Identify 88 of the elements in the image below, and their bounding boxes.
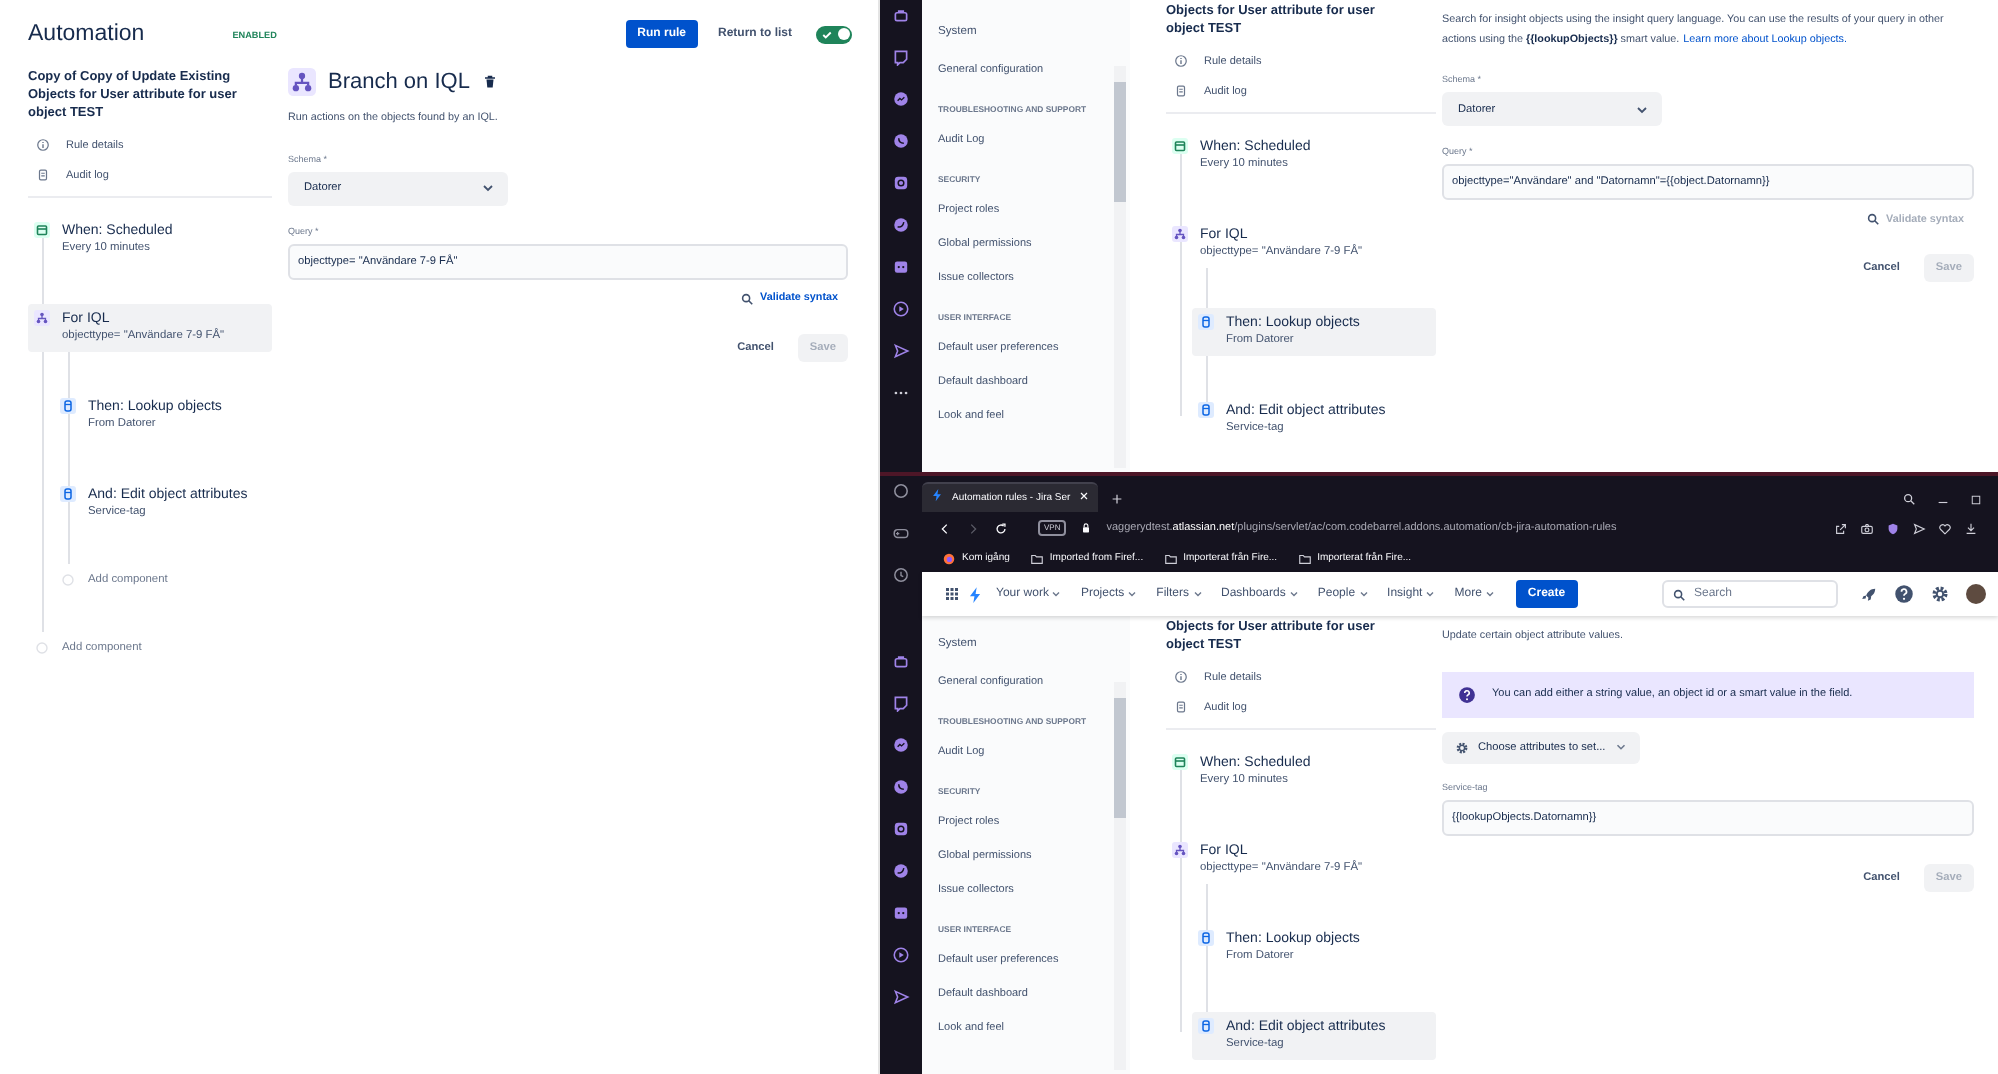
chat-icon[interactable] <box>892 48 910 66</box>
check-icon <box>822 29 832 39</box>
caret-icon <box>1191 588 1203 600</box>
play-icon[interactable] <box>892 300 910 318</box>
caret-icon <box>1483 588 1496 600</box>
search-icon[interactable] <box>1902 492 1916 506</box>
phone-icon[interactable] <box>892 778 910 796</box>
caret-icon <box>1287 588 1300 600</box>
cylinder-icon <box>1198 402 1214 418</box>
gamepad-icon[interactable] <box>892 524 910 542</box>
search-icon <box>740 291 755 305</box>
node-icon <box>34 640 50 656</box>
chevron-down-icon <box>480 180 496 196</box>
chevron-down-icon <box>1634 101 1650 117</box>
share-icon[interactable] <box>1834 521 1848 535</box>
lightning-icon <box>930 488 944 502</box>
send-icon[interactable] <box>892 988 910 1006</box>
info-icon <box>1174 54 1188 68</box>
chat-bubble-icon[interactable] <box>892 736 910 754</box>
node-icon <box>60 572 76 588</box>
lightning-icon[interactable] <box>966 585 984 603</box>
folder-icon <box>1029 551 1044 565</box>
hierarchy-icon <box>34 310 50 326</box>
rocket-icon[interactable] <box>1860 585 1878 603</box>
document-icon <box>1174 700 1188 714</box>
site-icon <box>942 551 956 565</box>
hierarchy-icon <box>1172 842 1188 858</box>
trash-icon[interactable] <box>481 74 498 90</box>
caret-icon <box>1613 740 1628 754</box>
camera-icon[interactable] <box>892 820 910 838</box>
hierarchy-icon <box>288 68 316 96</box>
back-icon[interactable] <box>938 521 952 535</box>
avatar[interactable] <box>1966 584 1986 604</box>
caret-icon <box>1424 588 1437 600</box>
chat-icon[interactable] <box>892 258 910 276</box>
editor-title: Branch on IQL <box>328 70 470 94</box>
calendar-icon <box>34 222 50 238</box>
info-icon <box>1174 670 1188 684</box>
cylinder-icon <box>60 398 76 414</box>
camera-icon[interactable] <box>1860 521 1874 535</box>
chat-bubble-icon[interactable] <box>892 90 910 108</box>
document-icon <box>1174 84 1188 98</box>
help-icon[interactable] <box>1894 584 1914 604</box>
search-icon <box>1672 587 1686 601</box>
chat-icon[interactable] <box>892 694 910 712</box>
scrollbar[interactable] <box>1114 66 1126 468</box>
caret-icon <box>1357 588 1370 600</box>
settings-icon[interactable] <box>1930 584 1950 604</box>
bag-icon[interactable] <box>892 6 910 24</box>
lock-icon <box>1080 522 1093 534</box>
cylinder-icon <box>1198 1018 1214 1034</box>
calendar-icon <box>1172 754 1188 770</box>
help-icon <box>1458 685 1476 703</box>
scrollbar[interactable] <box>1114 682 1126 1070</box>
calendar-icon <box>1172 138 1188 154</box>
shield-icon[interactable] <box>1886 521 1900 535</box>
send-icon[interactable] <box>892 342 910 360</box>
app-grid-icon[interactable] <box>944 586 960 602</box>
ring-icon[interactable] <box>892 482 910 500</box>
cylinder-icon <box>1198 314 1214 330</box>
caret-icon <box>1126 588 1139 600</box>
chat-icon[interactable] <box>892 904 910 922</box>
plus-icon[interactable] <box>1110 492 1125 506</box>
page-title: Automation <box>28 22 145 46</box>
phone-icon[interactable] <box>892 132 910 150</box>
camera-icon[interactable] <box>892 174 910 192</box>
document-icon <box>36 168 50 182</box>
cylinder-icon <box>60 486 76 502</box>
app-icon[interactable] <box>892 216 910 234</box>
search-icon <box>1866 212 1881 226</box>
reload-icon[interactable] <box>994 521 1008 535</box>
clock-icon[interactable] <box>892 566 910 584</box>
bag-icon[interactable] <box>892 652 910 670</box>
folder-icon <box>1297 551 1312 565</box>
hierarchy-icon <box>1172 226 1188 242</box>
close-icon[interactable] <box>1078 489 1091 501</box>
maximize-icon[interactable] <box>1970 493 1982 505</box>
cylinder-icon <box>1198 930 1214 946</box>
heart-icon[interactable] <box>1938 521 1952 535</box>
play-icon[interactable] <box>892 946 910 964</box>
send-icon[interactable] <box>1912 521 1926 535</box>
caret-icon <box>1050 588 1063 600</box>
enabled-toggle[interactable] <box>816 25 852 43</box>
download-icon[interactable] <box>1964 521 1978 535</box>
gear-icon <box>1454 739 1470 755</box>
info-icon <box>36 138 50 152</box>
folder-icon <box>1163 551 1178 565</box>
app-icon[interactable] <box>892 862 910 880</box>
